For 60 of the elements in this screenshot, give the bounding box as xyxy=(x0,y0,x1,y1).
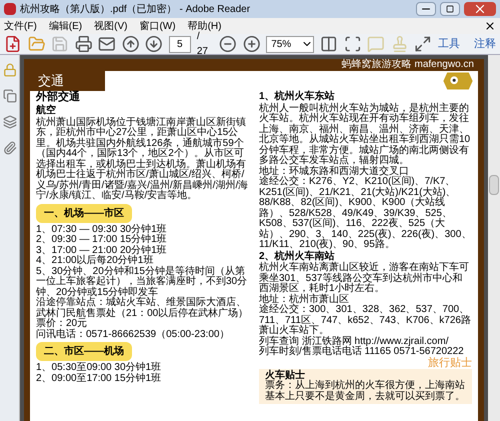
text-line: 列车时刻/售票电话电话 11165 0571-56720222 xyxy=(259,347,464,358)
menu-item[interactable]: 视图(V) xyxy=(94,18,128,34)
minimize-icon[interactable] xyxy=(416,2,436,16)
text-line: 5、30分钟、20分钟和15分钟是等待时间（从第一位上车旅客起计），当旅客满座时，不到30分钟、20分钟或15分钟即发车 xyxy=(36,266,248,298)
text-line: 3、17:00 — 21:00 20分钟1班 xyxy=(36,246,168,256)
route-label: 二、市区——机场 xyxy=(36,342,132,361)
text-line: 2、09:00至17:00 15分钟1班 xyxy=(36,374,162,384)
text-line: 票价：20元 xyxy=(36,319,88,329)
menu-item[interactable]: 编辑(E) xyxy=(48,18,82,34)
next-page-icon[interactable] xyxy=(145,35,163,53)
zoom-dropdown[interactable]: 75% xyxy=(266,36,314,52)
fit-page-icon[interactable] xyxy=(320,35,338,53)
layers-icon[interactable] xyxy=(2,115,16,129)
text-line: 问讯电话：0571-86662539（05:00-23:00） xyxy=(36,330,230,340)
page-count: / 27 xyxy=(196,30,208,59)
scroll-thumb[interactable] xyxy=(489,175,499,195)
subsection-heading: 航空 xyxy=(36,105,57,116)
fullscreen-icon[interactable] xyxy=(414,35,432,53)
text-line: 地址：杭州市萧山区 xyxy=(259,294,350,305)
brand-text: 蚂蜂窝旅游攻略 mafengwo.cn xyxy=(340,59,475,71)
tips-text: 票务：从上海到杭州的火车很方便，上海南站基本上只要不是黄金周，去就可以买到票了。 xyxy=(265,381,466,402)
station-heading: 2、杭州火车南站 xyxy=(259,250,335,262)
paperclip-icon[interactable] xyxy=(2,141,16,155)
maximize-icon[interactable] xyxy=(440,2,460,16)
page-number-field[interactable]: 5 xyxy=(168,36,191,52)
window-title: 杭州攻略（第八版）.pdf（已加密） - Adobe Reader xyxy=(20,2,252,16)
mail-icon[interactable] xyxy=(98,35,116,53)
menu-item[interactable]: 窗口(W) xyxy=(139,18,176,34)
print-icon[interactable] xyxy=(74,35,92,53)
app-icon xyxy=(4,3,16,15)
scrollbar[interactable] xyxy=(488,55,500,421)
previous-page-icon[interactable] xyxy=(122,35,140,53)
zoom-in-icon[interactable] xyxy=(242,35,260,53)
panel-tab[interactable]: 注释 xyxy=(474,36,496,52)
text-line: 1、05:30至09:00 30分钟1班 xyxy=(36,363,162,373)
menu-item[interactable]: 帮助(H) xyxy=(188,18,222,34)
create-pdf-icon[interactable] xyxy=(4,35,22,53)
panel-tab[interactable]: 工具 xyxy=(438,36,460,52)
text-line: 地址：环城东路和西湖大道交叉口 xyxy=(259,166,409,177)
paragraph: 杭州萧山国际机场位于钱塘江南岸萧山区新街镇东，距杭州市中心27公里，距萧山区中心15公里。机场共驻国内外航线126条，通航城市59个（国内44个，国际13个，地区2个）。从市区可选择出租车，或机场巴士到达机场。萧山机场有机场巴士往返于杭州市区/萧山城区/绍兴、柯桥/义乌/苏州/青田/诸暨/嘉兴/温州/新昌嵊州/湖州/海宁/永康/镇江、临安/马鞍/安吉等地。 xyxy=(36,118,249,202)
pages-icon[interactable] xyxy=(2,89,16,103)
fit-width-icon[interactable] xyxy=(344,35,362,53)
text-line: 2、09:30 — 17:00 15分钟1班 xyxy=(36,235,168,245)
section-heading: 外部交通 xyxy=(36,91,81,104)
text-line: 4、21:00以后每20分钟1班 xyxy=(36,256,154,266)
paragraph: 杭州人一般叫杭州火车站为城站，是杭州主要的火车站。杭州火车站现在开有动车组列车，发往上海、南京、福州、南昌、温州、济南、天津、北京等地。从城站火车站坐出租车到西湖只需10分钟车程，非常方便。城站广场的南北两侧设有多路公交车发车站点，辐射四城。 xyxy=(259,104,472,166)
chapter-title: 交通 xyxy=(30,71,105,92)
route-label: 一、机场——市区 xyxy=(36,204,132,222)
tips-heading: 旅行贴士 xyxy=(428,358,472,369)
station-heading: 1、杭州火车东站 xyxy=(259,91,336,102)
text-line: 1、07:30 — 09:30 30分钟1班 xyxy=(36,224,168,234)
menu-item[interactable]: 文件(F) xyxy=(4,18,37,34)
paragraph: 沿途停靠站点：城站火车站、维景国际大酒店、武林门民航售票处（21：00以后停在武林广场） xyxy=(36,298,249,318)
paragraph: 途经公交：300、301、328、362、537、700、711、711区、747、k652、743、K706、k726路萧山火车站下。 xyxy=(259,305,472,336)
zoom-out-icon[interactable] xyxy=(219,35,237,53)
paragraph: 途经公交：K276、Y2、K210(区间)、7/K7、K251(区间)、21/K21、21(大站)/K21(大站)、88/K88、82(区间)、K900、K900（大站线路）、528/K528、49/K49、39/K39、525、K508、537(区间)、116、222夜、525（大站）、290、3、140、225(夜)、226(夜)、300、11/K11、210(夜)、90、95路。 xyxy=(259,177,472,250)
tips-title: 火车贴士 xyxy=(265,370,305,381)
text-line: 列车查询 浙江铁路网 http://www.zjrail.com/ xyxy=(259,336,450,347)
paragraph: 杭州火车南站离萧山区较近，游客在南站下车可乘坐301、537等线路公交车到达杭州市中心和西湖景区，耗时1小时左右。 xyxy=(259,263,470,294)
close-icon[interactable] xyxy=(484,20,496,32)
